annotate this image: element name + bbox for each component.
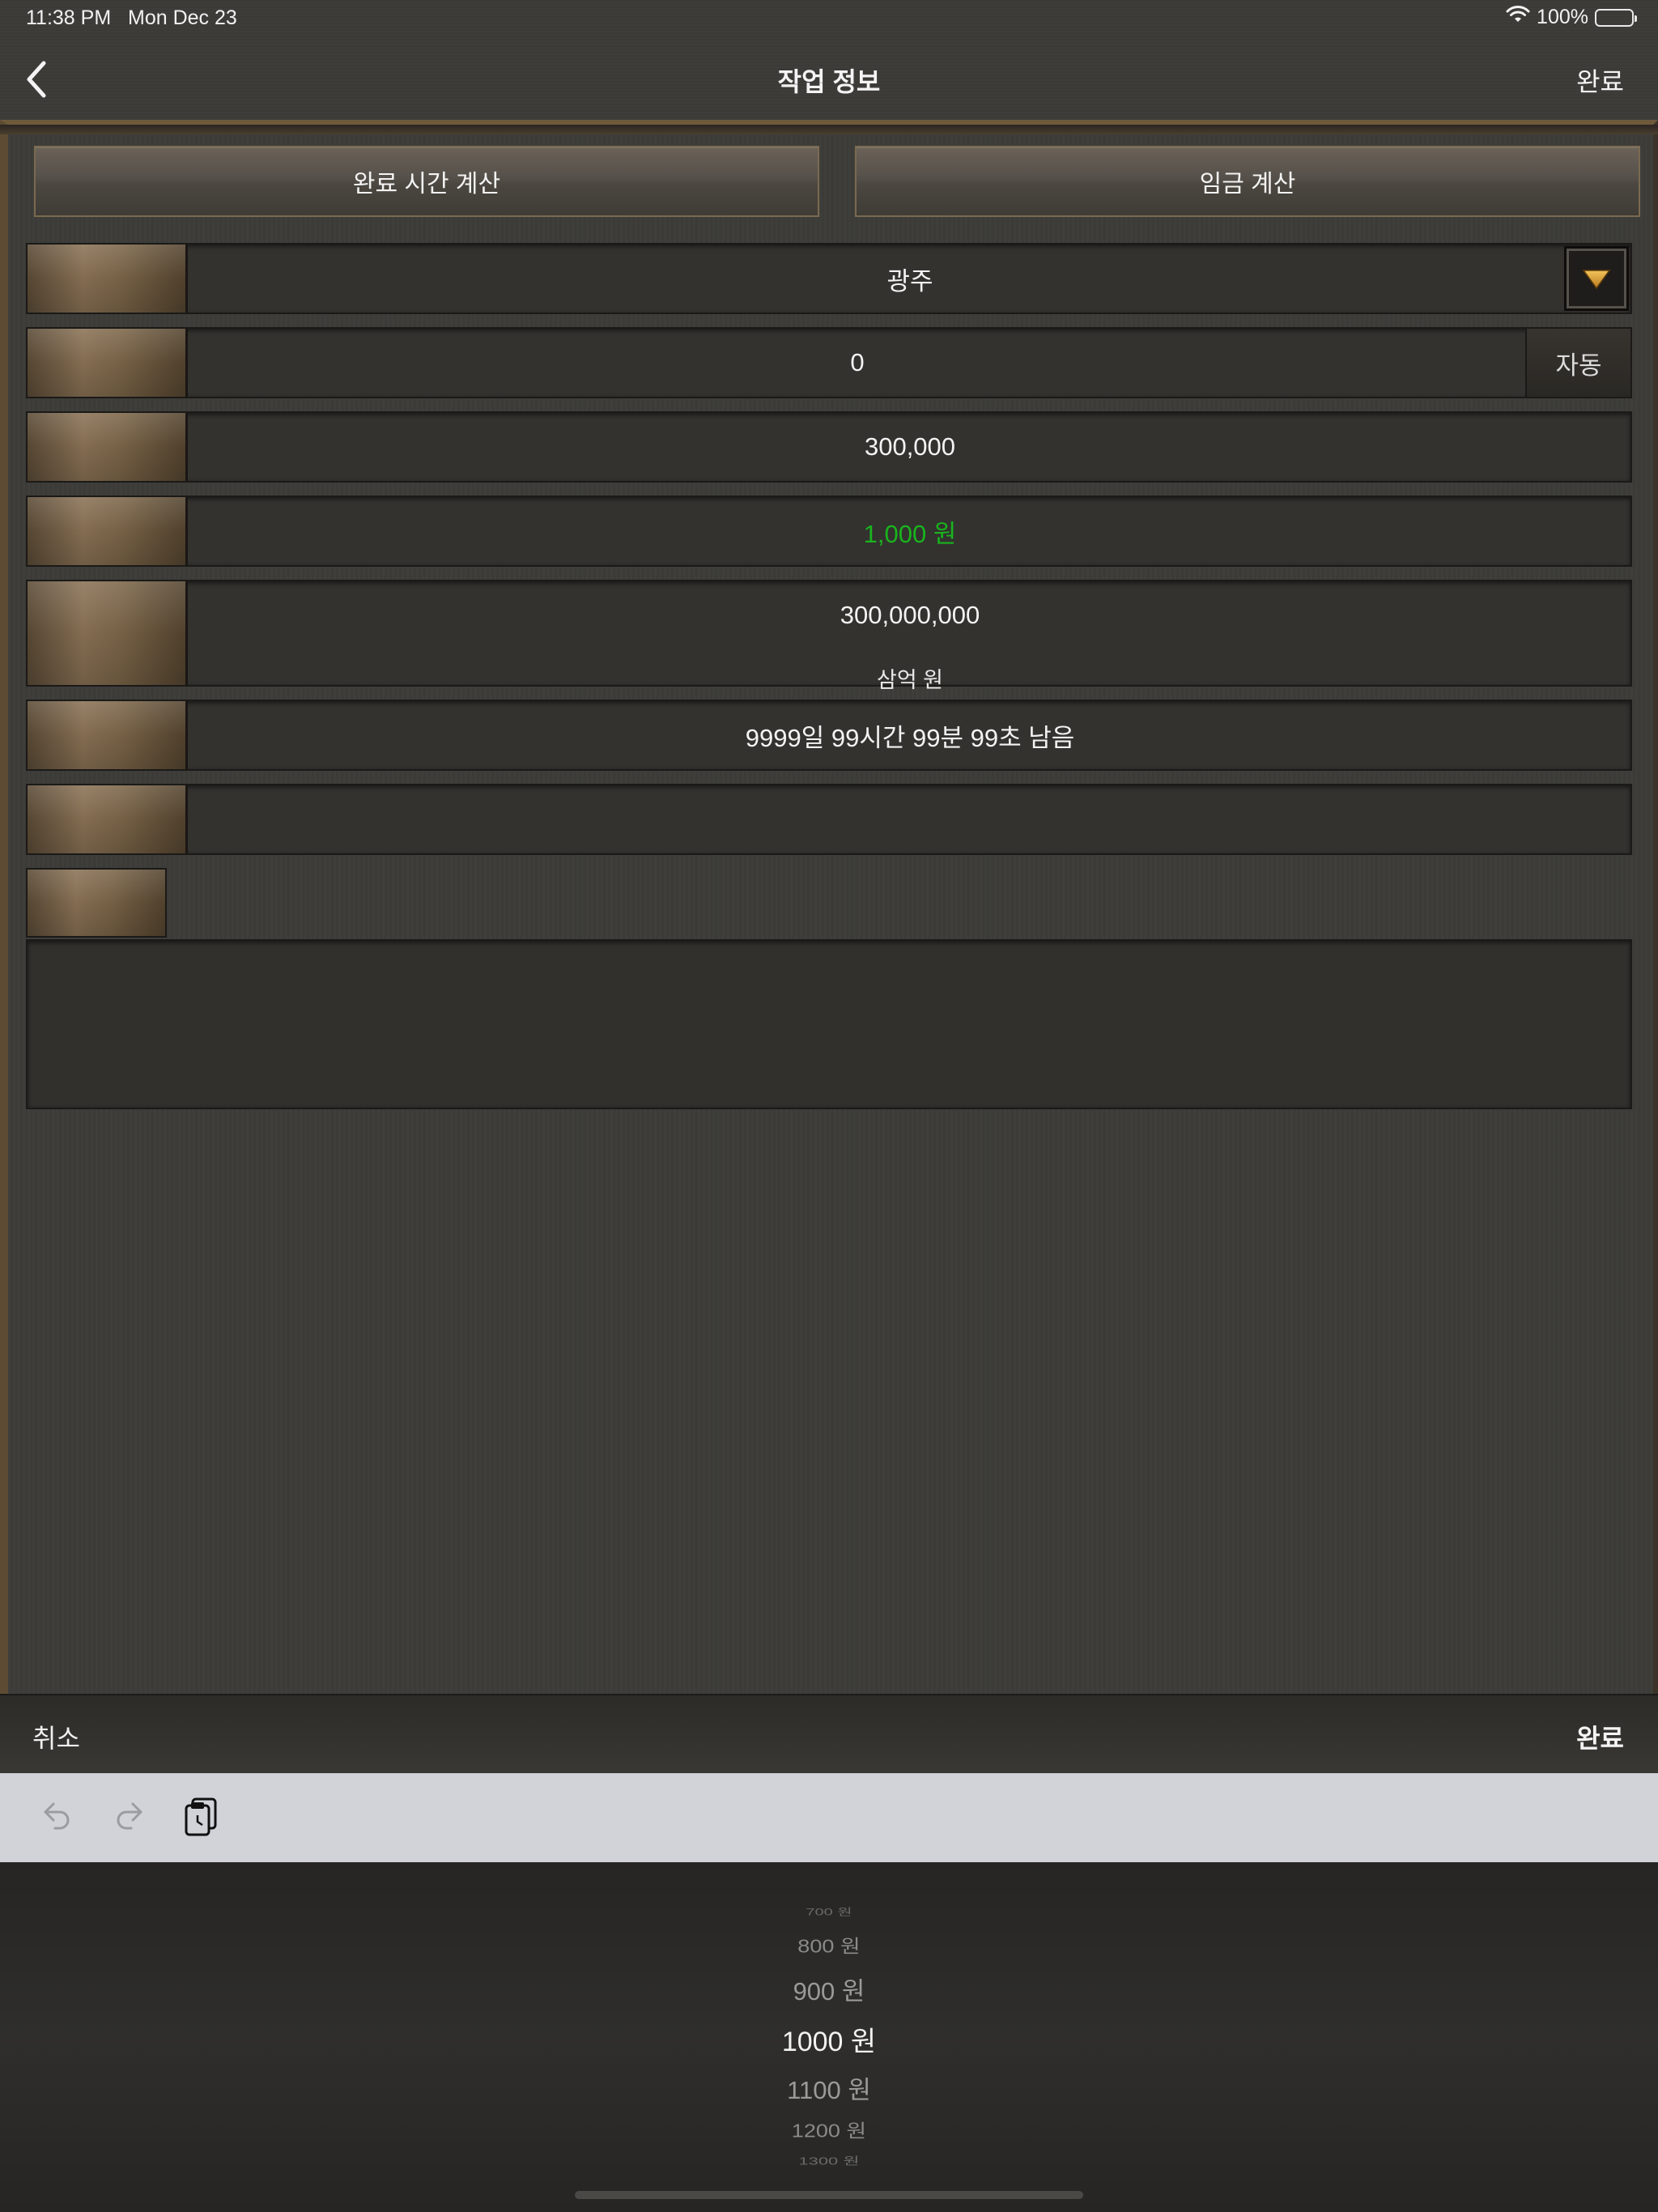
tab-completion-time[interactable]: 완료 시간 계산 [34,146,819,217]
picker-option[interactable]: 800 원 [0,1931,1658,1958]
page-title: 작업 정보 [777,67,881,96]
paste-icon[interactable] [180,1794,225,1840]
tab-wage-calc[interactable]: 임금 계산 [855,146,1640,217]
picker-option[interactable]: 900 원 [0,1971,1658,2007]
count-row[interactable]: 0 자동 [26,327,1632,398]
total-row: 300,000,000 삼억 원 [26,580,1632,692]
picker-toolbar: 취소 완료 [0,1694,1658,1773]
empty-label-tile [28,785,188,853]
navigation-bar: 작업 정보 완료 [0,39,1658,120]
picker-option[interactable]: 1100 원 [0,2069,1658,2106]
region-value: 광주 [886,266,933,296]
picker-option[interactable]: 1300 원 [0,2152,1658,2167]
region-dropdown-button[interactable] [1564,246,1629,311]
undo-icon[interactable] [34,1794,79,1840]
count-label-tile [28,329,188,397]
quantity-label-tile [28,413,188,481]
nav-done-button[interactable]: 완료 [1576,62,1624,99]
wage-value[interactable]: 1,000 원 [189,497,1630,565]
wage-picker-wheel[interactable]: 700 원 800 원 900 원 1000 원 1100 원 1200 원 1… [0,1862,1658,2212]
empty-row [26,784,1632,855]
remaining-row: 9999일 99시간 99분 99초 남음 [26,700,1632,771]
auto-button[interactable]: 자동 [1525,329,1630,397]
screen: 11:38 PM Mon Dec 23 100% 작업 정보 완료 완료 시간 … [0,0,1658,2212]
total-label-tile [28,581,188,685]
wage-row[interactable]: 1,000 원 [26,496,1632,567]
picker-option[interactable]: 1200 원 [0,2116,1658,2142]
wage-label-tile [28,497,188,565]
total-korean-value: 삼억 원 [876,668,944,692]
picker-done-button[interactable]: 완료 [1576,1718,1624,1755]
calc-mode-tabs: 완료 시간 계산 임금 계산 [26,146,1640,219]
quantity-value[interactable]: 300,000 [189,413,1630,481]
home-indicator[interactable] [575,2191,1083,2199]
picker-option-selected[interactable]: 1000 원 [0,2019,1658,2059]
status-indicators: 100% [1506,5,1637,30]
redo-icon[interactable] [107,1794,152,1840]
wifi-icon [1506,5,1530,30]
status-time: 11:38 PM [26,6,112,29]
battery-icon [1595,8,1637,27]
memo-field[interactable] [26,939,1632,1109]
remaining-label-tile [28,701,188,769]
region-label-tile [28,245,188,313]
picker-option[interactable]: 700 원 [0,1904,1658,1918]
count-value[interactable]: 0 [189,329,1525,397]
keyboard-shortcut-bar [0,1773,1658,1862]
picker-cancel-button[interactable]: 취소 [32,1718,80,1755]
region-row[interactable]: 광주 [26,243,1632,314]
remaining-value: 9999일 99시간 99분 99초 남음 [745,723,1075,752]
memo-label-tile [26,868,167,938]
quantity-row[interactable]: 300,000 [26,411,1632,483]
total-value: 300,000,000 [840,601,980,629]
battery-percent: 100% [1537,6,1588,28]
dropdown-arrow-icon [1582,270,1611,290]
status-bar: 11:38 PM Mon Dec 23 100% [0,0,1658,39]
status-date: Mon Dec 23 [128,6,237,29]
